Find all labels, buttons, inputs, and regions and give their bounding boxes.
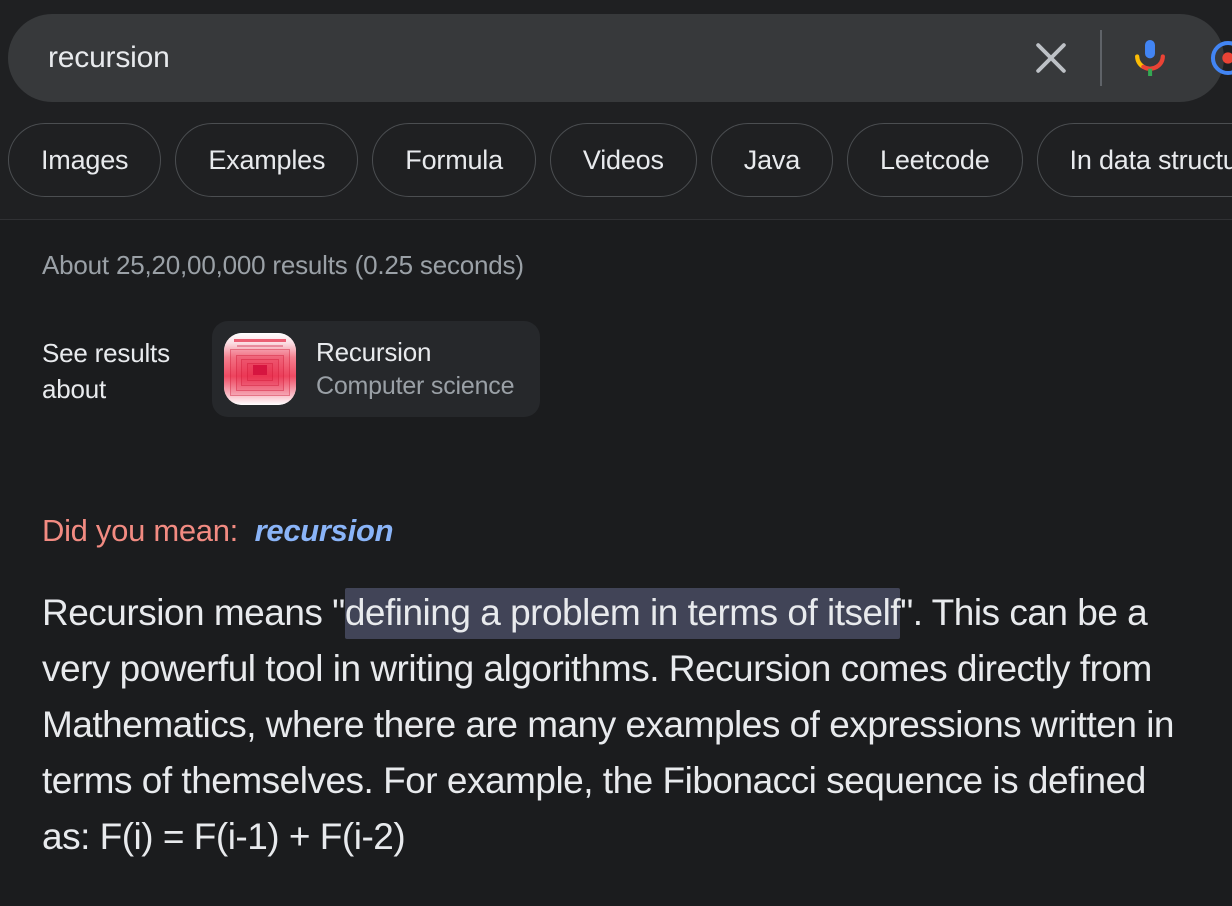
chip-label: In data structure bbox=[1069, 144, 1232, 175]
see-results-about-label: See results about bbox=[42, 338, 170, 404]
answer-paragraph: Recursion means "defining a problem in t… bbox=[42, 585, 1202, 865]
search-input[interactable] bbox=[48, 40, 1020, 75]
chip-label: Videos bbox=[582, 144, 664, 175]
google-mic-icon[interactable] bbox=[1124, 32, 1176, 84]
entity-card-recursion[interactable]: Recursion Computer science bbox=[212, 321, 541, 417]
see-results-about: See results about Recursion Computer sci… bbox=[42, 321, 1232, 417]
entity-title: Recursion bbox=[316, 337, 432, 367]
chip-images[interactable]: Images bbox=[8, 123, 162, 197]
search-bar[interactable] bbox=[8, 13, 1232, 102]
result-stats: About 25,20,00,000 results (0.25 seconds… bbox=[42, 250, 524, 280]
chip-java[interactable]: Java bbox=[710, 123, 834, 197]
recursive-screen-thumbnail bbox=[224, 333, 296, 405]
chip-leetcode[interactable]: Leetcode bbox=[847, 123, 1023, 197]
did-you-mean-label: Did you mean: bbox=[42, 513, 238, 548]
search-results: About 25,20,00,000 results (0.25 seconds… bbox=[0, 220, 1232, 865]
filter-chips: Images Examples Formula Videos Java Leet… bbox=[0, 105, 1232, 219]
search-bar-row bbox=[0, 10, 1232, 105]
did-you-mean-suggestion-link[interactable]: recursion bbox=[255, 513, 394, 548]
header-divider bbox=[0, 219, 1232, 220]
entity-subtitle: Computer science bbox=[316, 372, 515, 400]
chip-in-data-structure[interactable]: In data structure bbox=[1036, 123, 1232, 197]
chip-label: Leetcode bbox=[880, 144, 990, 175]
entity-text: Recursion Computer science bbox=[316, 337, 514, 401]
close-icon[interactable] bbox=[1020, 27, 1082, 89]
chip-label: Java bbox=[743, 144, 801, 175]
search-bar-actions bbox=[1020, 14, 1232, 102]
chip-label: Examples bbox=[208, 144, 326, 175]
chip-videos[interactable]: Videos bbox=[549, 123, 697, 197]
search-actions-divider bbox=[1100, 29, 1102, 86]
chip-formula[interactable]: Formula bbox=[372, 123, 536, 197]
chip-label: Formula bbox=[405, 144, 503, 175]
chip-examples[interactable]: Examples bbox=[175, 123, 359, 197]
search-header: Images Examples Formula Videos Java Leet… bbox=[0, 0, 1232, 220]
google-lens-icon[interactable] bbox=[1202, 32, 1232, 84]
answer-text-before: Recursion means " bbox=[42, 592, 345, 633]
answer-highlighted-phrase: defining a problem in terms of itself bbox=[344, 588, 901, 639]
did-you-mean: Did you mean: recursion bbox=[42, 513, 1232, 549]
chip-label: Images bbox=[41, 144, 129, 175]
